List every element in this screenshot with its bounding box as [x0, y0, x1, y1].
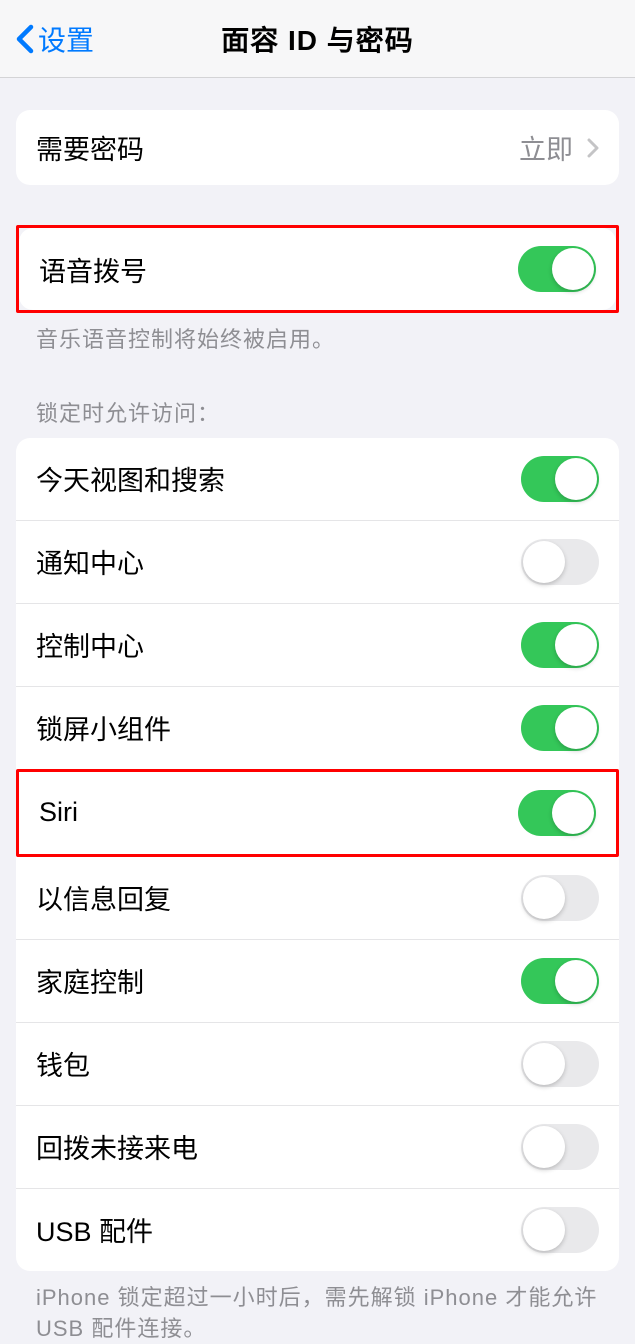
locked-access-label: USB 配件	[36, 1210, 153, 1249]
locked-access-row: 回拨未接来电	[16, 1105, 619, 1188]
locked-access-row: 家庭控制	[16, 939, 619, 1022]
locked-access-row: USB 配件	[16, 1188, 619, 1271]
locked-access-header: 锁定时允许访问：	[16, 396, 619, 438]
locked-access-row: Siri	[19, 772, 616, 854]
chevron-right-icon	[587, 138, 599, 158]
require-passcode-row[interactable]: 需要密码 立即	[16, 110, 619, 185]
toggle-knob	[555, 624, 597, 666]
locked-access-label: 以信息回复	[36, 878, 171, 917]
locked-access-label: 回拨未接来电	[36, 1127, 198, 1166]
locked-access-toggle[interactable]	[521, 958, 599, 1004]
locked-access-row: 通知中心	[16, 520, 619, 603]
locked-access-toggle[interactable]	[521, 622, 599, 668]
toggle-knob	[552, 792, 594, 834]
locked-access-label: 控制中心	[36, 625, 144, 664]
back-label: 设置	[38, 19, 94, 59]
locked-access-row: 锁屏小组件	[16, 686, 619, 769]
locked-access-row: 钱包	[16, 1022, 619, 1105]
locked-access-toggle[interactable]	[521, 539, 599, 585]
locked-access-toggle[interactable]	[521, 705, 599, 751]
toggle-knob	[523, 541, 565, 583]
locked-access-label: 通知中心	[36, 542, 144, 581]
voice-dial-row: 语音拨号	[19, 228, 616, 310]
locked-access-toggle[interactable]	[518, 790, 596, 836]
locked-access-toggle[interactable]	[521, 456, 599, 502]
locked-access-label: 钱包	[36, 1044, 90, 1083]
locked-access-toggle[interactable]	[521, 1207, 599, 1253]
require-passcode-value: 立即	[519, 128, 599, 167]
locked-access-toggle[interactable]	[521, 1124, 599, 1170]
toggle-knob	[523, 877, 565, 919]
locked-access-footer: iPhone 锁定超过一小时后，需先解锁 iPhone 才能允许USB 配件连接…	[16, 1271, 619, 1344]
toggle-knob	[555, 458, 597, 500]
locked-access-label: 家庭控制	[36, 961, 144, 1000]
locked-access-label: 锁屏小组件	[36, 708, 171, 747]
locked-access-label: Siri	[39, 797, 78, 828]
back-button[interactable]: 设置	[16, 19, 94, 59]
toggle-knob	[523, 1209, 565, 1251]
locked-access-toggle[interactable]	[521, 875, 599, 921]
toggle-knob	[523, 1043, 565, 1085]
locked-access-toggle[interactable]	[521, 1041, 599, 1087]
locked-access-row: 以信息回复	[16, 857, 619, 939]
toggle-knob	[523, 1126, 565, 1168]
voice-dial-toggle[interactable]	[518, 246, 596, 292]
page-title: 面容 ID 与密码	[221, 19, 414, 59]
toggle-knob	[555, 960, 597, 1002]
require-passcode-label: 需要密码	[36, 128, 144, 167]
locked-access-row: 今天视图和搜索	[16, 438, 619, 520]
navigation-bar: 设置 面容 ID 与密码	[0, 0, 635, 78]
locked-access-label: 今天视图和搜索	[36, 459, 225, 498]
voice-dial-label: 语音拨号	[39, 250, 147, 289]
toggle-knob	[552, 248, 594, 290]
chevron-left-icon	[16, 24, 34, 54]
locked-access-row: 控制中心	[16, 603, 619, 686]
voice-dial-footer: 音乐语音控制将始终被启用。	[16, 313, 619, 356]
toggle-knob	[555, 707, 597, 749]
